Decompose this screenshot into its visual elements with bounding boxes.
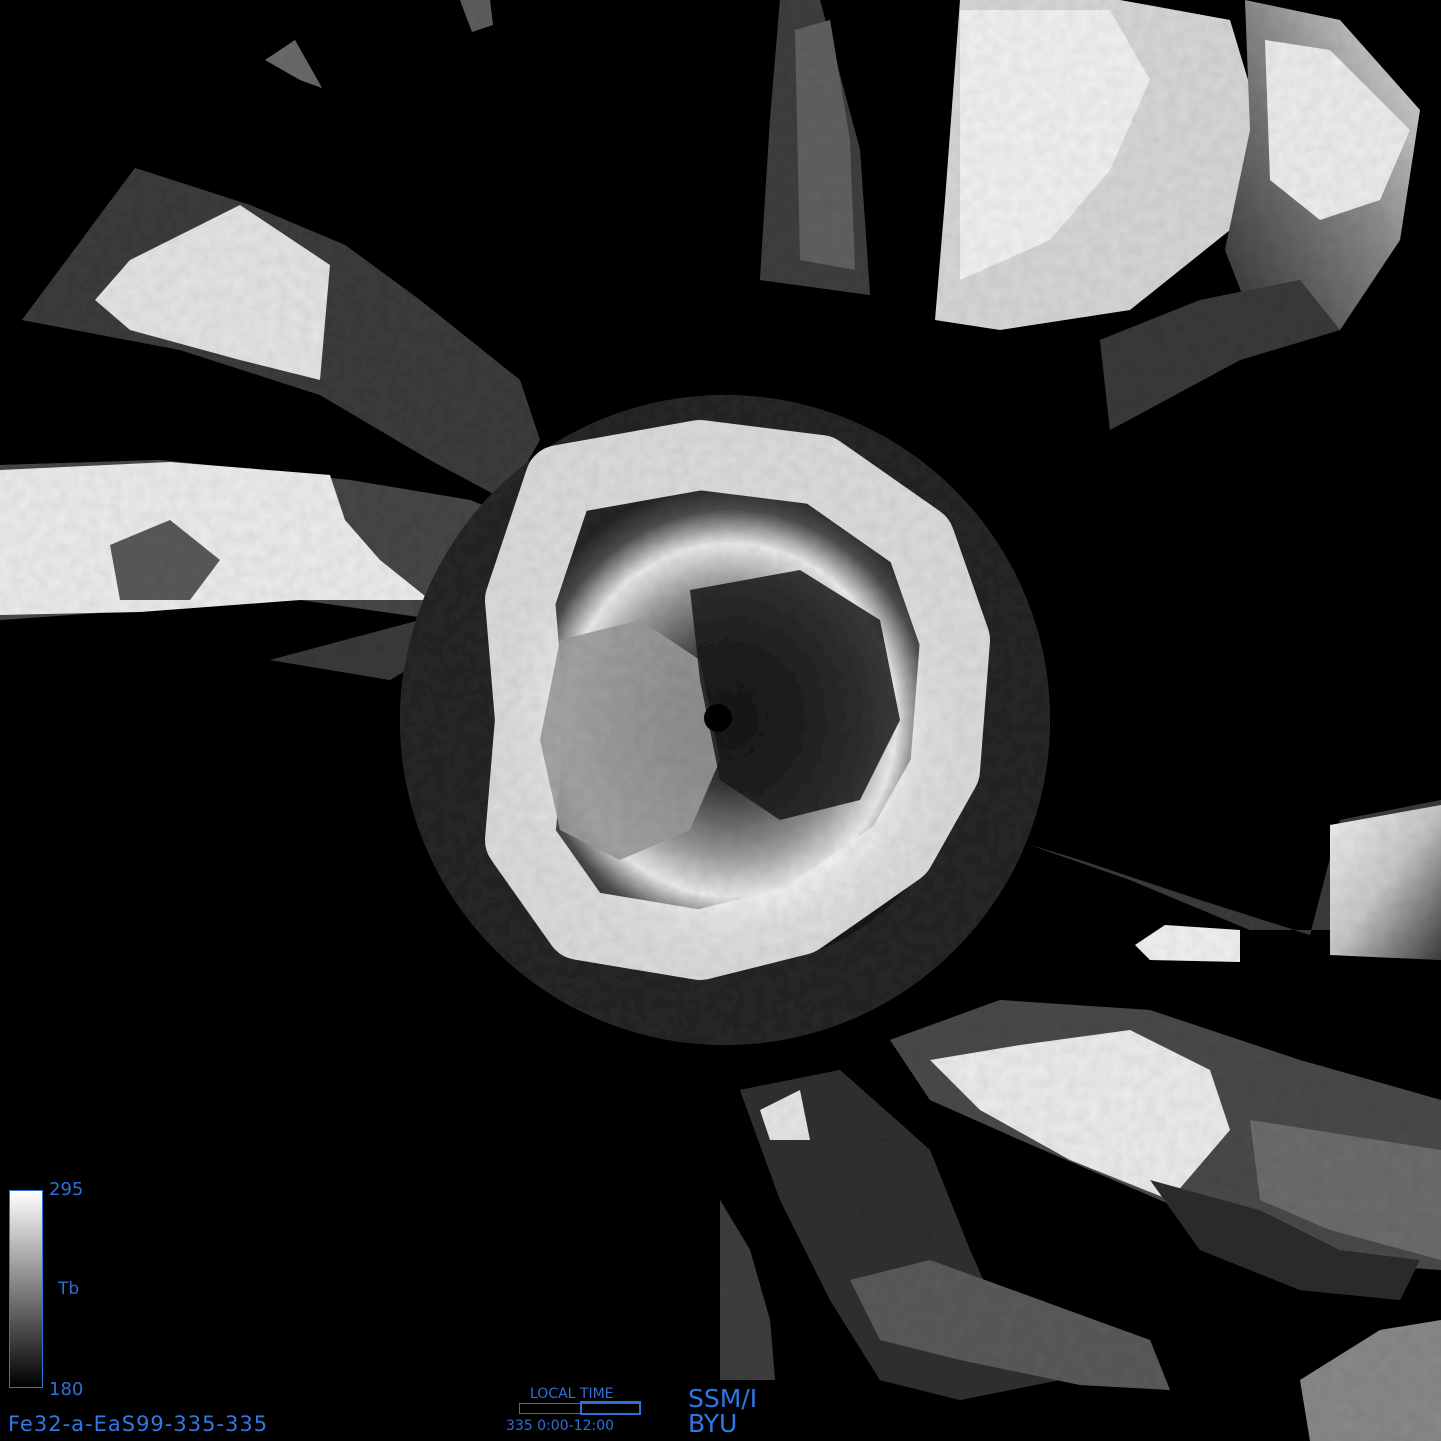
colorbar-min-label: 180: [49, 1379, 84, 1400]
local-time-range: 335 0:00-12:00: [506, 1418, 615, 1434]
local-time-bar-fill: [580, 1401, 641, 1415]
sensor-label: SSM/I: [688, 1384, 758, 1413]
ssmi-brightness-map: [0, 0, 1441, 1441]
brightness-colorbar: [9, 1190, 43, 1388]
local-time-label: LOCAL TIME: [530, 1386, 614, 1402]
organization-label: BYU: [688, 1409, 738, 1438]
colorbar-max-label: 295: [49, 1179, 84, 1200]
image-id-label: Fe32-a-EaS99-335-335: [8, 1412, 269, 1436]
polar-disk: [400, 395, 1050, 1045]
colorbar-unit-label: Tb: [58, 1279, 80, 1299]
